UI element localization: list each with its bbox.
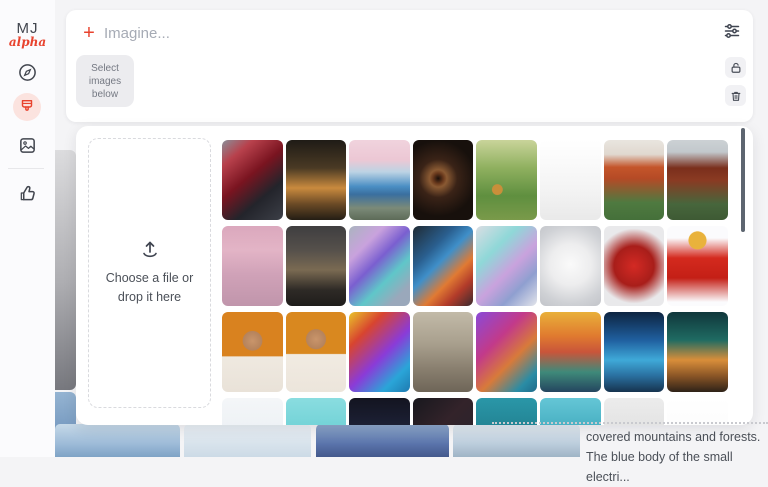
settings-button[interactable]: [723, 22, 743, 42]
sidebar-item-organize[interactable]: [13, 131, 41, 159]
feed-dashed-border: [492, 422, 768, 424]
thumbnail-japanese-night-street[interactable]: [285, 140, 347, 220]
imagine-input[interactable]: [104, 20, 704, 46]
trash-icon: [731, 91, 740, 101]
thumbnail-colorful-cat-art[interactable]: [476, 312, 537, 392]
image-select-modal: Choose a file or drop it here: [76, 126, 753, 425]
thumbnail-stormtrooper-helmet[interactable]: [539, 226, 601, 306]
thumbnail-red-race-cars[interactable]: [222, 140, 283, 220]
thumbnail-vivid-landscape[interactable]: [539, 312, 601, 392]
thumbnail-smiling-man-b[interactable]: [285, 312, 347, 392]
logo-alpha-label: alpha: [8, 35, 47, 49]
sidebar-item-create[interactable]: [13, 93, 41, 121]
gallery-grid: [222, 140, 729, 425]
feed-caption-line: covered mountains and forests.: [586, 430, 761, 444]
delete-button[interactable]: [725, 85, 746, 106]
thumbnail-neon-street-market[interactable]: [667, 312, 728, 392]
thumbnail-neon-gamer-girl[interactable]: [603, 312, 665, 392]
thumbnail-cherry-blossom-train[interactable]: [349, 140, 410, 220]
compass-icon: [18, 63, 36, 81]
file-dropzone[interactable]: Choose a file or drop it here: [88, 138, 211, 408]
thumbnail-desk-setup[interactable]: [285, 226, 347, 306]
thumbnail-dog-in-park[interactable]: [476, 140, 537, 220]
lock-icon: [731, 62, 740, 73]
thumbnail-iridescent-head[interactable]: [349, 226, 410, 306]
thumbnail-cartoon-hero-boy[interactable]: [667, 226, 728, 306]
thumbnail-teal-cartoon[interactable]: [285, 398, 347, 425]
thumbnail-colorful-helmet[interactable]: [412, 226, 474, 306]
feed-image-white-snow-train: [453, 424, 580, 457]
feed-image-sliver-top: [55, 150, 76, 390]
sidebar-divider: [8, 168, 44, 169]
thumbnail-eye-closeup[interactable]: [412, 140, 474, 220]
thumbnail-rocket-sketch[interactable]: [667, 398, 728, 425]
thumbnail-teal-portrait-b[interactable]: [539, 398, 601, 425]
sliders-icon: [724, 24, 740, 38]
thumbnail-pink-cloud-figure[interactable]: [222, 226, 283, 306]
paintbrush-icon: [21, 99, 33, 111]
thumbnail-teal-portrait-a[interactable]: [476, 398, 537, 425]
thumbnail-smiling-man-a[interactable]: [222, 312, 283, 392]
thumbs-up-icon: [20, 185, 35, 200]
thumbnail-pale-sky[interactable]: [222, 398, 283, 425]
thumbnail-gray-sketch[interactable]: [603, 398, 665, 425]
select-images-button[interactable]: Select images below: [76, 55, 134, 107]
dropzone-label: Choose a file or drop it here: [105, 271, 194, 304]
thumbnail-redhead-girl-b[interactable]: [667, 140, 728, 220]
thumbnail-night-snowcross-b[interactable]: [412, 398, 474, 425]
feed-image-snowy-pylon: [55, 424, 180, 457]
upload-icon: [142, 241, 157, 258]
feed-image-snowy-forest-light: [184, 424, 311, 457]
gallery-scrollbar[interactable]: [741, 128, 745, 232]
sidebar: MJ alpha: [0, 0, 55, 457]
sidebar-item-rate[interactable]: [13, 179, 41, 207]
add-image-icon[interactable]: +: [79, 23, 99, 43]
thumbnail-night-snowcross-a[interactable]: [349, 398, 410, 425]
thumbnail-rhino-museum[interactable]: [412, 312, 474, 392]
feed-caption-line: The blue body of the small electri...: [586, 450, 733, 484]
sidebar-item-explore[interactable]: [13, 58, 41, 86]
feed-prompt-caption: covered mountains and forests. The blue …: [586, 427, 764, 487]
feed-image-blue-snow-train: [316, 424, 449, 457]
prompt-bar: + Select images below: [66, 10, 753, 122]
thumbnail-iridescent-swirl[interactable]: [476, 226, 537, 306]
lock-button[interactable]: [725, 57, 746, 78]
thumbnail-red-racing-helmet[interactable]: [603, 226, 665, 306]
image-icon: [19, 137, 35, 153]
thumbnail-redhead-girl-a[interactable]: [603, 140, 665, 220]
thumbnail-psychedelic-cats[interactable]: [349, 312, 410, 392]
thumbnail-castle-sketch[interactable]: [539, 140, 601, 220]
app-logo[interactable]: MJ alpha: [0, 20, 55, 49]
